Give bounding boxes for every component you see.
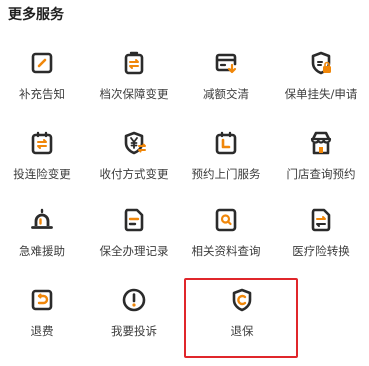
service-item-emergency-assistance[interactable]: 急难援助: [0, 206, 88, 286]
service-item-refund[interactable]: 退费: [0, 286, 88, 366]
service-label: 相关资料查询: [191, 244, 261, 258]
service-item-service-records[interactable]: 保全办理记录: [88, 206, 180, 286]
service-label: 门店查询预约: [286, 167, 356, 181]
service-item-policy-loss-report[interactable]: 保单挂失/申请: [275, 49, 367, 129]
service-label: 收付方式变更: [99, 167, 169, 181]
service-label: 减额交清: [203, 87, 249, 101]
service-item-document-search[interactable]: 相关资料查询: [180, 206, 272, 286]
service-label: 投连险变更: [13, 167, 71, 181]
card-reduce-icon: [212, 49, 240, 77]
service-item-payment-method-change[interactable]: 收付方式变更: [88, 129, 180, 209]
service-label: 退费: [30, 324, 54, 338]
service-label: 医疗险转换: [292, 244, 350, 258]
service-label: 急难援助: [19, 244, 65, 258]
swap-document-icon: [120, 49, 148, 77]
service-label: 预约上门服务: [191, 167, 261, 181]
medical-swap-icon: [307, 206, 335, 234]
pencil-icon: [28, 49, 56, 77]
service-item-complaint[interactable]: 我要投诉: [88, 286, 180, 366]
alarm-icon: [28, 206, 56, 234]
service-item-coverage-change[interactable]: 档次保障变更: [88, 49, 180, 129]
store-icon: [307, 129, 335, 157]
service-label: 档次保障变更: [99, 87, 169, 101]
highlight-frame: [184, 278, 298, 358]
service-label: 我要投诉: [111, 324, 157, 338]
refund-icon: [28, 286, 56, 314]
service-label: 保单挂失/申请: [284, 87, 358, 101]
record-document-icon: [120, 206, 148, 234]
shield-lock-icon: [307, 49, 335, 77]
service-item-home-visit-booking[interactable]: 预约上门服务: [180, 129, 272, 209]
calendar-icon: [212, 129, 240, 157]
service-item-supplement-notice[interactable]: 补充告知: [0, 49, 88, 129]
service-label: 补充告知: [19, 87, 65, 101]
clipboard-swap-icon: [28, 129, 56, 157]
service-item-medical-insurance-conversion[interactable]: 医疗险转换: [275, 206, 367, 286]
service-item-investment-link-change[interactable]: 投连险变更: [0, 129, 88, 209]
service-label: 保全办理记录: [99, 244, 169, 258]
complaint-icon: [120, 286, 148, 314]
service-item-reduced-paid-up[interactable]: 减额交清: [180, 49, 272, 129]
search-document-icon: [212, 206, 240, 234]
service-item-store-booking[interactable]: 门店查询预约: [275, 129, 367, 209]
yen-shield-icon: [120, 129, 148, 157]
